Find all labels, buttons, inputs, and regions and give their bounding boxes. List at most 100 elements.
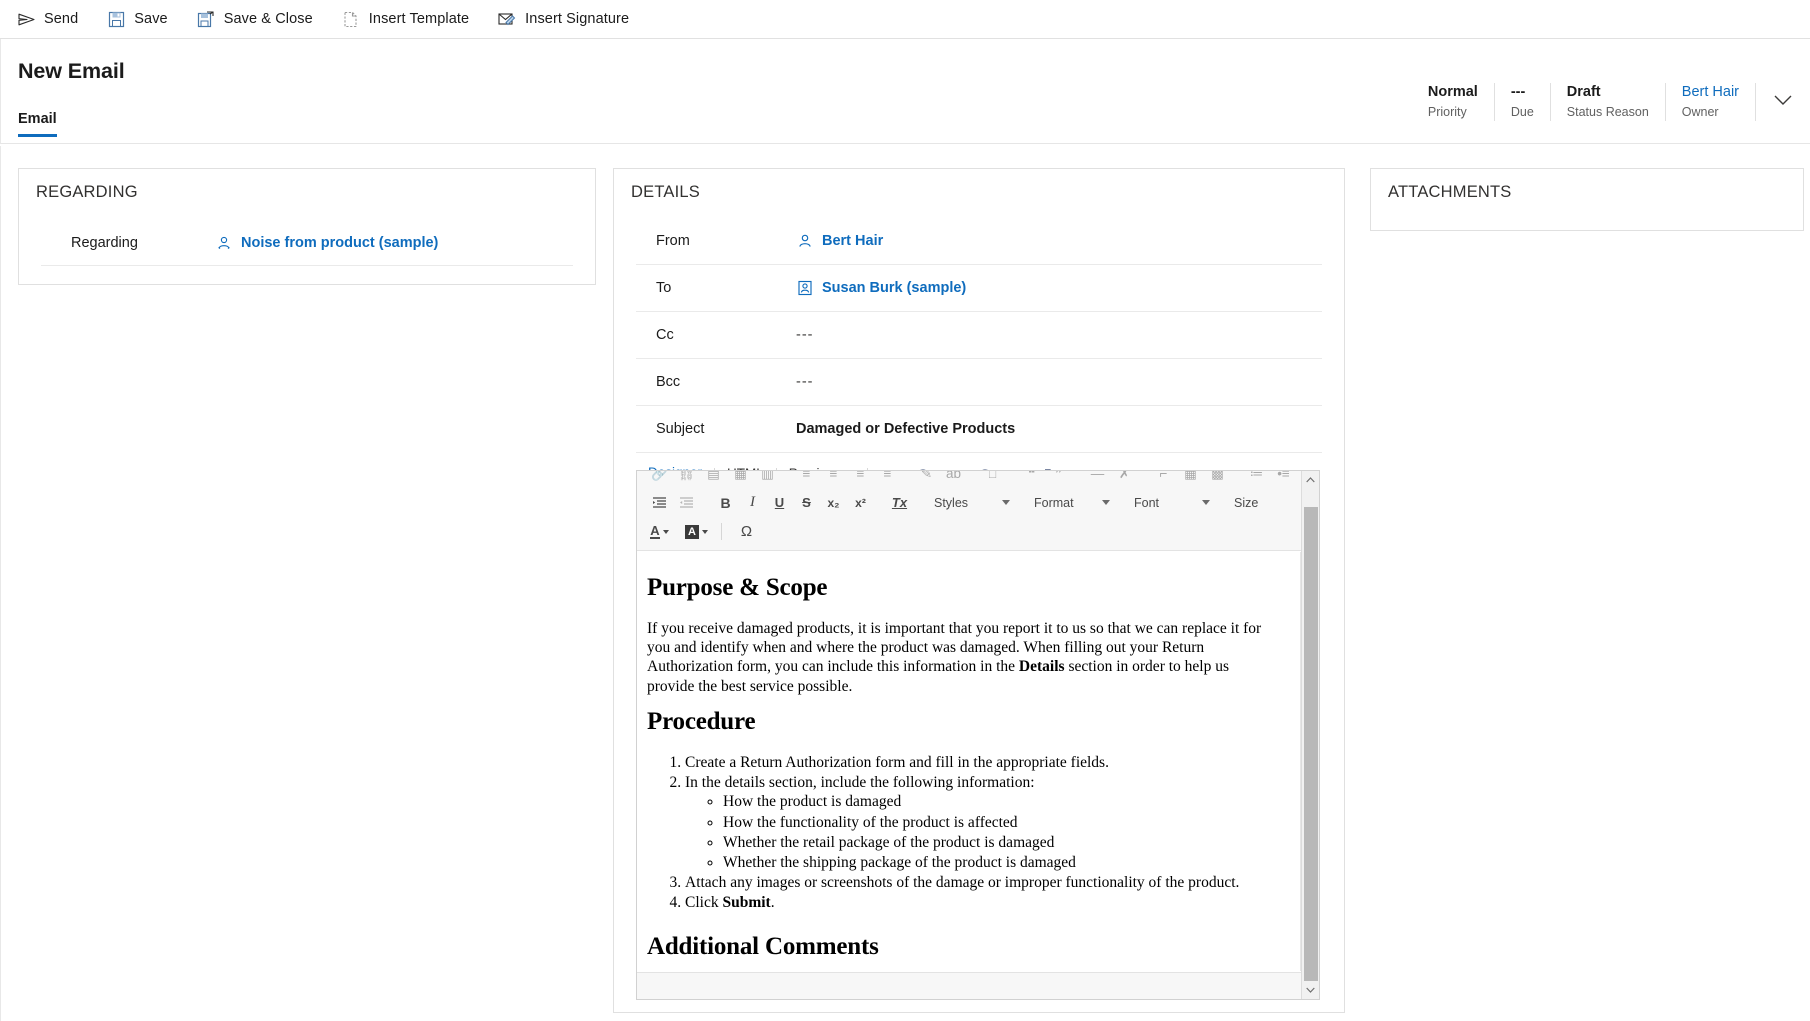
scroll-thumb[interactable] — [1304, 507, 1318, 981]
align-center-icon[interactable]: ≡ — [821, 471, 846, 486]
send-button[interactable]: Send — [14, 0, 90, 38]
regarding-field-value[interactable]: Noise from product (sample) — [215, 234, 438, 252]
chevron-down-icon[interactable] — [1770, 87, 1796, 113]
email-body[interactable]: Purpose & Scope If you receive damaged p… — [637, 552, 1300, 962]
step-4-part-1: Click — [685, 894, 722, 911]
scroll-up-icon[interactable] — [1302, 471, 1320, 489]
list-item: In the details section, include the foll… — [685, 773, 1278, 872]
header-meta-due[interactable]: --- Due — [1495, 83, 1551, 121]
unlink-icon[interactable]: ⛓ — [674, 471, 699, 486]
template-icon[interactable]: ⌐ — [1151, 471, 1176, 486]
body-heading-additional-comments: Additional Comments — [647, 931, 1278, 962]
styles-select-label: Styles — [934, 496, 968, 510]
step-2-sublist: How the product is damaged How the funct… — [685, 792, 1278, 872]
insert-signature-button[interactable]: Insert Signature — [495, 0, 641, 38]
step-3-text: Attach any images or screenshots of the … — [685, 874, 1239, 891]
due-label: Due — [1511, 103, 1534, 121]
from-value[interactable]: Bert Hair — [796, 232, 883, 250]
align-justify-icon[interactable]: ≡ — [875, 471, 900, 486]
tab-email[interactable]: Email — [18, 111, 57, 137]
hr-icon[interactable]: — — [1085, 471, 1110, 486]
remove-format-icon[interactable]: ✗ — [1112, 471, 1137, 486]
marker-icon[interactable]: ✎ — [914, 471, 939, 486]
table-icon[interactable]: ▦ — [1178, 471, 1203, 486]
header-meta-priority[interactable]: Normal Priority — [1412, 83, 1495, 121]
rte-toolbar: 🔗 ⛓ ▤ ▦ ▥ ≡ ≡ ≡ ≡ ✎ ab ⎕ ❝ — [637, 471, 1319, 551]
save-and-close-button[interactable]: Save & Close — [194, 0, 325, 38]
strikethrough-icon[interactable]: S — [794, 490, 819, 515]
flash-icon[interactable]: ▥ — [755, 471, 780, 486]
divider — [721, 523, 722, 540]
rte-footer — [637, 972, 1301, 999]
header-meta-status-reason[interactable]: Draft Status Reason — [1551, 83, 1666, 121]
cc-value[interactable]: --- — [796, 327, 814, 343]
align-right-icon[interactable]: ≡ — [848, 471, 873, 486]
attachments-section: ATTACHMENTS — [1370, 168, 1804, 231]
body-heading-procedure: Procedure — [647, 706, 1278, 737]
detail-row: Cc --- — [636, 312, 1322, 359]
to-value[interactable]: Susan Burk (sample) — [796, 279, 966, 297]
text-color-icon[interactable]: A — [647, 519, 672, 544]
bulleted-list-icon[interactable]: •≡ — [1271, 471, 1296, 486]
detail-row: Bcc --- — [636, 359, 1322, 406]
body-paragraph-1: If you receive damaged products, it is i… — [647, 619, 1278, 696]
step-4-part-3: . — [771, 894, 775, 911]
header-meta: Normal Priority --- Due Draft Status Rea… — [1412, 83, 1796, 129]
scroll-track[interactable] — [1302, 489, 1320, 981]
status-reason-value: Draft — [1567, 83, 1601, 102]
bcc-value[interactable]: --- — [796, 374, 814, 390]
rte-outer-scrollbar[interactable] — [1301, 471, 1319, 999]
header-meta-owner[interactable]: Bert Hair Owner — [1666, 83, 1756, 121]
format-select-label: Format — [1034, 496, 1074, 510]
format-select[interactable]: Format — [1026, 491, 1114, 515]
styles-select[interactable]: Styles — [926, 491, 1014, 515]
body-heading-purpose-and-scope: Purpose & Scope — [647, 572, 1278, 603]
link-icon[interactable]: 🔗 — [647, 471, 672, 486]
subject-value[interactable]: Damaged or Defective Products — [796, 421, 1015, 437]
spell-icon[interactable]: ab — [941, 471, 966, 486]
quote-close-icon[interactable]: ❞ — [1046, 471, 1071, 486]
paragraph-1-part-2: Details — [1019, 658, 1065, 675]
indent-increase-icon[interactable] — [647, 490, 672, 515]
list-item: Attach any images or screenshots of the … — [685, 873, 1278, 892]
save-button[interactable]: Save — [104, 0, 179, 38]
remove-formatting-icon[interactable]: Tx — [887, 490, 912, 515]
align-left-icon[interactable]: ≡ — [794, 471, 819, 486]
rte-toolbar-row-1: 🔗 ⛓ ▤ ▦ ▥ ≡ ≡ ≡ ≡ ✎ ab ⎕ ❝ — [637, 471, 1319, 488]
special-character-icon[interactable]: Ω — [734, 519, 759, 544]
page-break-icon[interactable]: ⎕ — [980, 471, 1005, 486]
list-item: How the functionality of the product is … — [723, 813, 1278, 832]
underline-icon[interactable]: U — [767, 490, 792, 515]
numbered-list-icon[interactable]: ≔ — [1244, 471, 1269, 486]
insert-template-button[interactable]: Insert Template — [339, 0, 481, 38]
superscript-icon[interactable]: x² — [848, 490, 873, 515]
contact-record-icon — [215, 234, 233, 252]
contact-card-icon — [796, 279, 814, 297]
image-icon[interactable]: ▦ — [728, 471, 753, 486]
scroll-down-icon[interactable] — [1302, 981, 1320, 999]
details-section-title: DETAILS — [614, 169, 1344, 202]
save-and-close-icon — [196, 9, 216, 29]
chevron-down-icon — [702, 530, 708, 534]
insert-template-icon — [341, 9, 361, 29]
indent-decrease-icon[interactable] — [674, 490, 699, 515]
smiley-icon[interactable]: ▩ — [1205, 471, 1230, 486]
detail-row: From Bert Hair — [636, 218, 1322, 265]
subscript-icon[interactable]: x₂ — [821, 490, 846, 515]
rte-content-area[interactable]: Purpose & Scope If you receive damaged p… — [637, 552, 1301, 971]
send-label: Send — [44, 11, 78, 27]
rte-toolbar-row-2: B I U S x₂ x² Tx Styles Format — [637, 488, 1319, 517]
quote-open-icon[interactable]: ❝ — [1019, 471, 1044, 486]
page-title: New Email — [18, 59, 125, 84]
owner-value[interactable]: Bert Hair — [1682, 83, 1739, 102]
background-color-icon[interactable]: A — [684, 519, 709, 544]
bold-icon[interactable]: B — [713, 490, 738, 515]
regarding-section-title: REGARDING — [19, 169, 595, 202]
step-1-text: Create a Return Authorization form and f… — [685, 754, 1109, 771]
font-select[interactable]: Font — [1126, 491, 1214, 515]
priority-label: Priority — [1428, 103, 1467, 121]
italic-icon[interactable]: I — [740, 490, 765, 515]
anchor-icon[interactable]: ▤ — [701, 471, 726, 486]
step-2-text: In the details section, include the foll… — [685, 774, 1035, 791]
detail-row: To Susan Burk (sample) — [636, 265, 1322, 312]
